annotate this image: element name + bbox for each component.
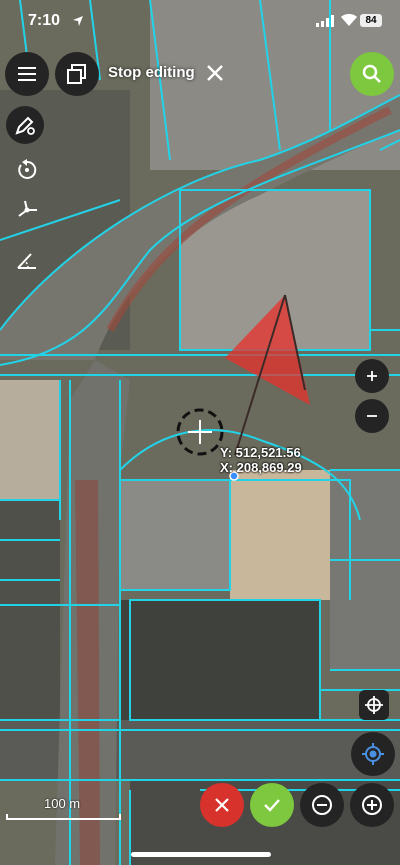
layers-button[interactable] xyxy=(55,52,99,96)
rotate-icon xyxy=(18,159,37,179)
cancel-button[interactable] xyxy=(200,783,244,827)
plus-circle-icon xyxy=(362,795,382,815)
target-icon xyxy=(365,696,383,714)
pen-settings-button[interactable] xyxy=(6,106,44,144)
wifi-icon xyxy=(340,13,358,32)
pen-settings-icon xyxy=(15,116,35,135)
vertex-button[interactable] xyxy=(10,193,44,227)
search-button[interactable] xyxy=(350,52,394,96)
confirm-button[interactable] xyxy=(250,783,294,827)
menu-button[interactable] xyxy=(5,52,49,96)
status-bar: 7:10 84 xyxy=(0,0,400,44)
scale-label: 100 m xyxy=(44,796,81,811)
minus-circle-icon xyxy=(312,795,332,815)
add-point-button[interactable] xyxy=(350,783,394,827)
scale-bar-line xyxy=(6,814,121,820)
zoom-in-button[interactable] xyxy=(355,359,389,393)
gps-locate-icon xyxy=(362,743,384,765)
angle-button[interactable] xyxy=(10,243,44,277)
gps-locate-button[interactable] xyxy=(351,732,395,776)
coordinate-readout: Y: 512,521.56 X: 208,869.29 xyxy=(220,445,302,475)
cancel-icon xyxy=(215,798,229,812)
menu-icon xyxy=(18,67,36,81)
battery-indicator: 84 xyxy=(360,14,382,27)
stop-editing-label[interactable]: Stop editing xyxy=(108,64,195,81)
location-arrow-icon xyxy=(72,14,84,32)
remove-point-button[interactable] xyxy=(300,783,344,827)
angle-icon xyxy=(17,253,36,269)
vertex-icon xyxy=(18,200,37,217)
target-button[interactable] xyxy=(359,690,389,720)
layers-icon xyxy=(67,64,86,84)
scale-bar: 100 m xyxy=(6,792,121,822)
zoom-out-button[interactable] xyxy=(355,399,389,433)
close-icon[interactable] xyxy=(204,62,226,84)
cellular-signal-icon xyxy=(316,15,334,27)
coordinate-x: X: 208,869.29 xyxy=(220,460,302,475)
map-view[interactable] xyxy=(0,0,400,865)
zoom-out-icon xyxy=(367,415,377,417)
home-indicator[interactable] xyxy=(131,852,271,857)
search-icon xyxy=(362,64,381,83)
coordinate-y: Y: 512,521.56 xyxy=(220,445,301,460)
check-icon xyxy=(264,799,280,812)
status-time: 7:10 xyxy=(28,12,61,29)
zoom-in-icon xyxy=(367,371,377,381)
rotate-button[interactable] xyxy=(10,153,44,187)
